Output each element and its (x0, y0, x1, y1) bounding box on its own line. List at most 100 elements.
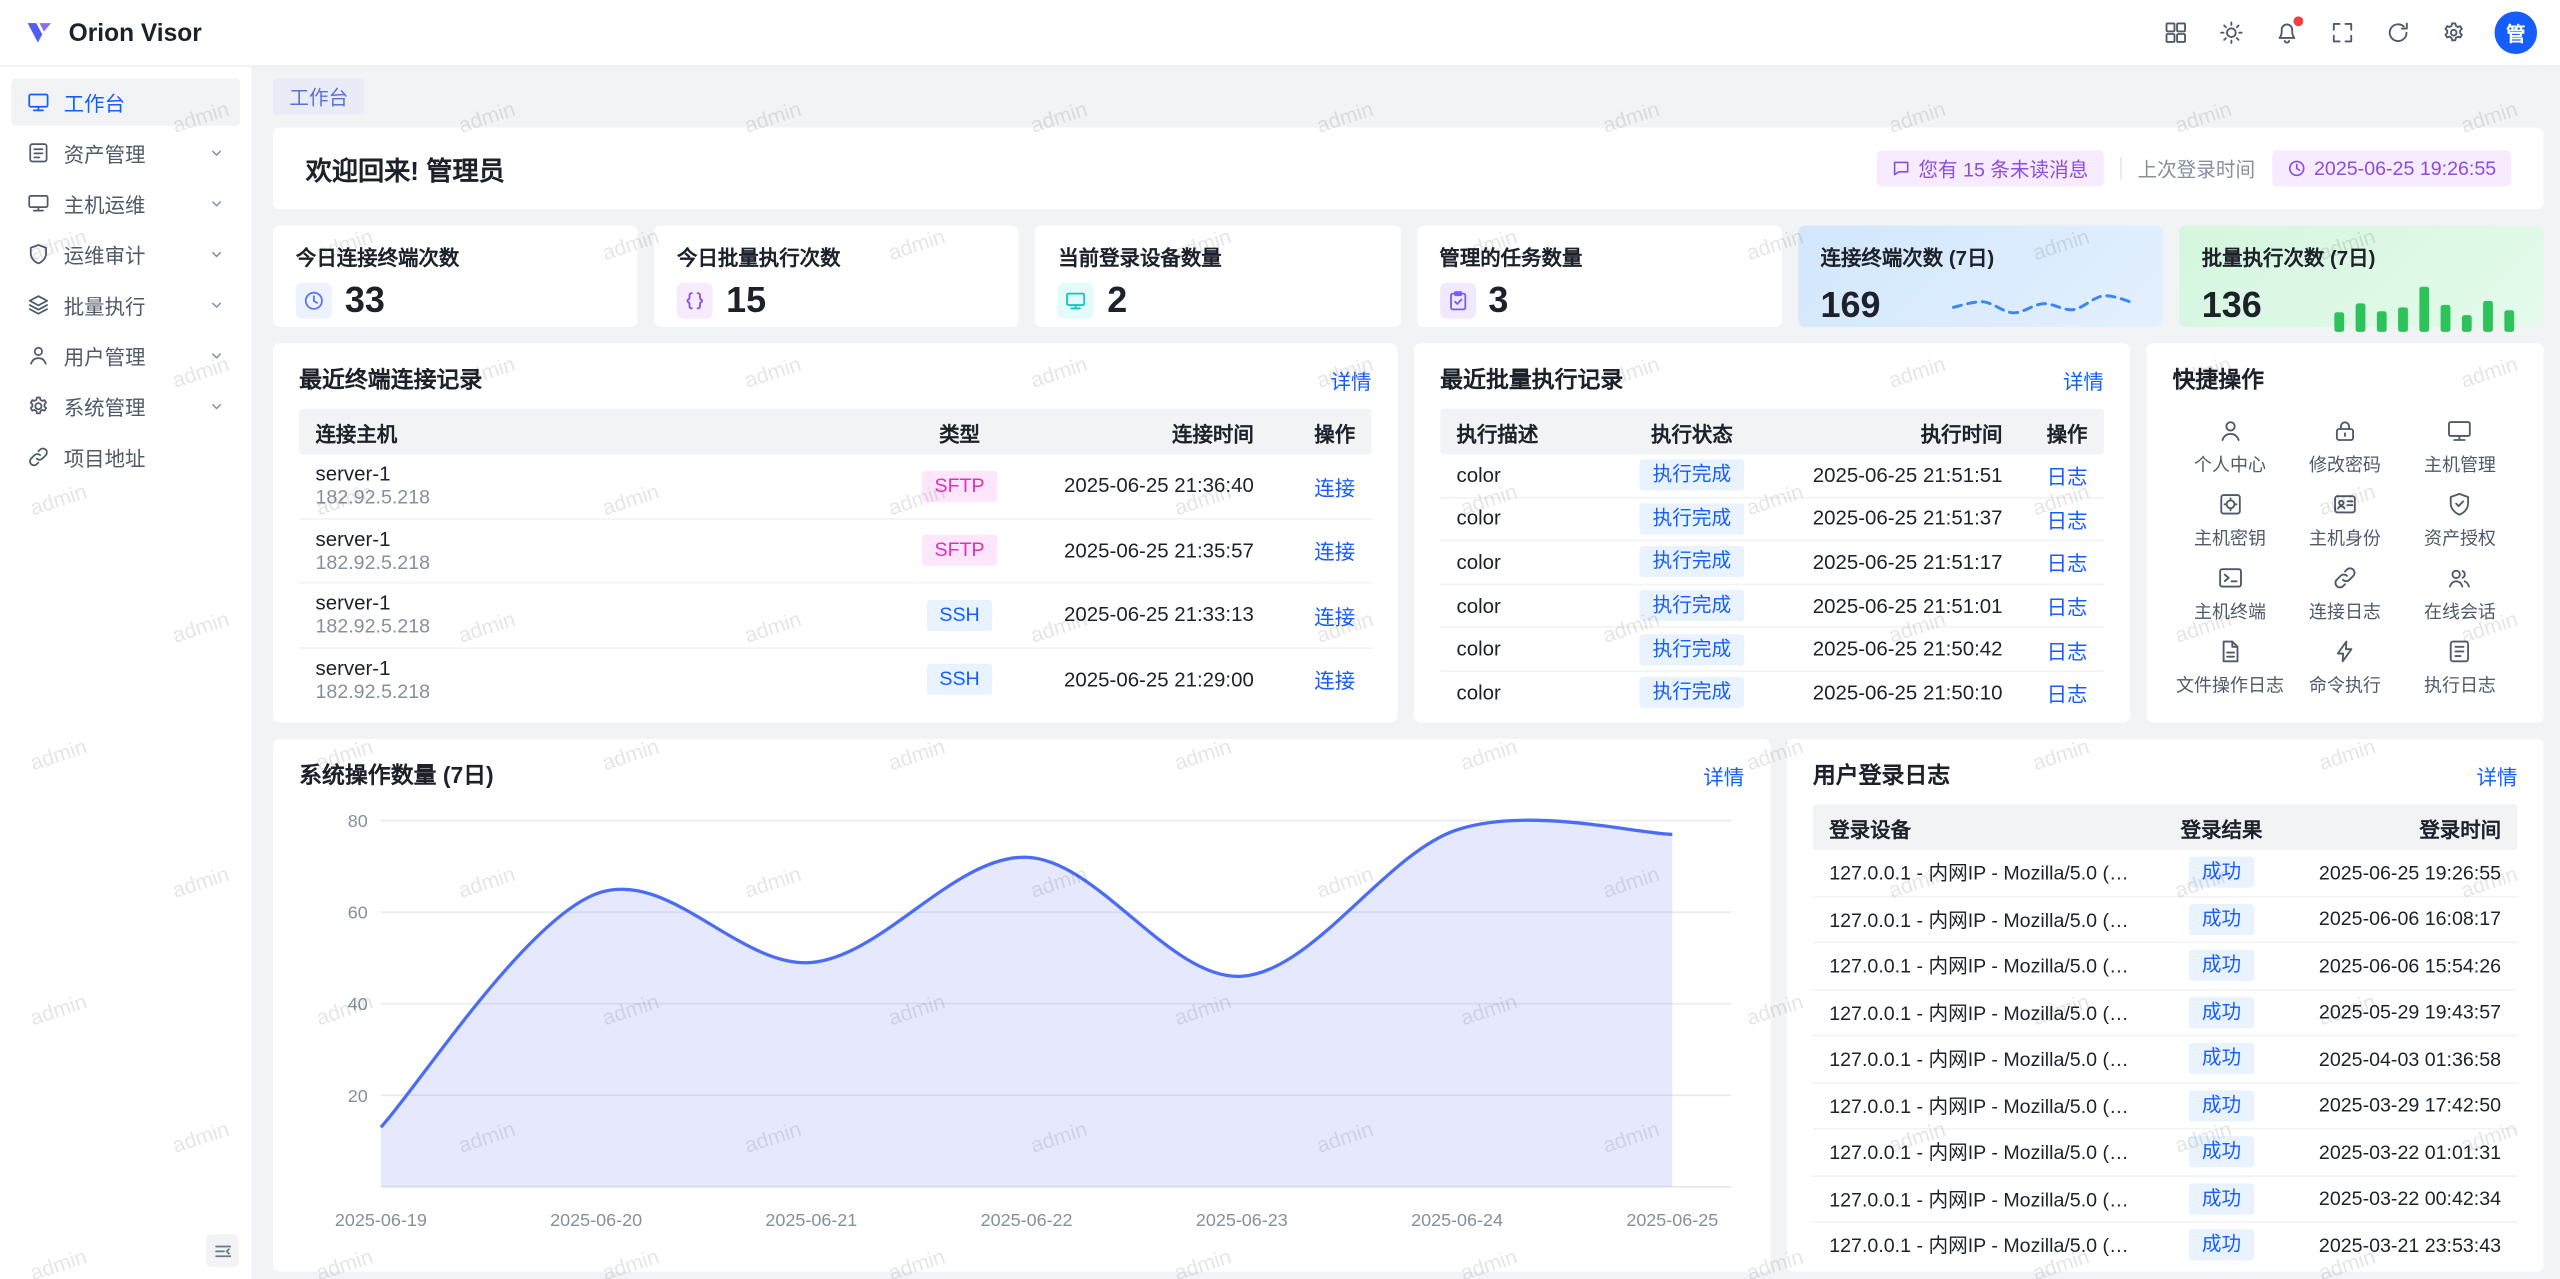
log-link[interactable]: 日志 (2047, 553, 2088, 576)
settings-button[interactable] (2432, 11, 2475, 54)
connect-time: 2025-06-25 21:33:13 (1025, 604, 1270, 627)
quick-op-connectlog[interactable]: 连接日志 (2287, 556, 2402, 630)
unread-messages-badge[interactable]: 您有 15 条未读消息 (1876, 150, 2103, 186)
log-link[interactable]: 日志 (2047, 597, 2088, 620)
chevron-icon (208, 397, 226, 415)
batch-records-more-link[interactable]: 详情 (2063, 364, 2104, 395)
login-result: 成功 (2158, 1090, 2286, 1121)
quick-op-identity[interactable]: 主机身份 (2287, 482, 2402, 556)
status-tag: 执行完成 (1640, 460, 1745, 491)
sidebar-item-asset-management[interactable]: 资产管理 (11, 129, 240, 176)
exec-time: 2025-06-25 21:51:37 (1774, 507, 2019, 530)
theme-icon (2218, 20, 2244, 46)
quick-op-key[interactable]: 主机密钥 (2173, 482, 2288, 556)
quick-op-person[interactable]: 个人中心 (2173, 409, 2288, 483)
system-ops-area-chart-svg: 204060802025-06-192025-06-202025-06-2120… (299, 801, 1744, 1246)
monitor-icon (26, 90, 51, 115)
brand[interactable]: Orion Visor (23, 16, 202, 49)
theme-button[interactable] (2210, 11, 2253, 54)
login-time: 2025-03-21 23:53:43 (2285, 1234, 2517, 1257)
stat-card-1: 今日连接终端次数33 (273, 226, 638, 327)
exec-status: 执行完成 (1610, 634, 1773, 665)
system-ops-more-link[interactable]: 详情 (1703, 759, 1744, 790)
connect-link[interactable]: 连接 (1314, 541, 1355, 564)
connect-time: 2025-06-25 21:35:57 (1025, 539, 1270, 562)
filelog-iconwrap (2216, 634, 2244, 667)
quick-op-terminal[interactable]: 主机终端 (2173, 556, 2288, 630)
sidebar-item-label: 工作台 (64, 87, 125, 118)
log-link[interactable]: 日志 (2047, 684, 2088, 707)
terminal-icon (2216, 563, 2244, 591)
login-time: 2025-04-03 01:36:58 (2285, 1047, 2517, 1070)
trend-card-terminal-connections-7d: 连接终端次数 (7日)169 (1798, 226, 2163, 327)
system-ops-chart: 204060802025-06-192025-06-202025-06-2120… (299, 801, 1744, 1246)
login-result: 成功 (2158, 857, 2286, 888)
terminal-records-more-link[interactable]: 详情 (1331, 364, 1372, 395)
batch-record-row: color执行完成2025-06-25 21:51:51日志 (1440, 454, 2104, 497)
batch-table-body: color执行完成2025-06-25 21:51:51日志color执行完成2… (1440, 454, 2104, 713)
result-tag: 成功 (2189, 1090, 2254, 1121)
quick-op-password[interactable]: 修改密码 (2287, 409, 2402, 483)
sidebar-item-user-management[interactable]: 用户管理 (11, 332, 240, 379)
collapse-sidebar-button[interactable] (206, 1234, 239, 1267)
batch-table-header: 执行描述 执行状态 执行时间 操作 (1440, 409, 2104, 455)
last-login-time-badge: 2025-06-25 19:26:55 (2272, 150, 2511, 186)
column-header-exec-status: 执行状态 (1610, 416, 1773, 447)
connectlog-iconwrap (2331, 561, 2359, 594)
sidebar-item-batch-exec[interactable]: 批量执行 (11, 281, 240, 328)
login-device: 127.0.0.1 - 内网IP - Mozilla/5.0 (Windows … (1813, 859, 2158, 887)
chevron-down-icon (208, 245, 226, 263)
user-avatar[interactable]: 管 (2495, 11, 2538, 54)
sidebar-item-workbench[interactable]: 工作台 (11, 78, 240, 125)
stat-value-row: 3 (1439, 283, 1758, 319)
connect-link[interactable]: 连接 (1314, 477, 1355, 500)
welcome-banner: 欢迎回来! 管理员 您有 15 条未读消息 上次登录时间 2025-06-25 … (273, 128, 2544, 210)
host-ip: 182.92.5.218 (315, 615, 877, 638)
users-icon (26, 343, 51, 368)
quick-op-command[interactable]: 命令执行 (2287, 629, 2402, 703)
host-cell: server-1182.92.5.218 (299, 592, 894, 638)
apps-button[interactable] (2155, 11, 2198, 54)
notifications-button[interactable] (2266, 11, 2309, 54)
log-link[interactable]: 日志 (2047, 640, 2088, 663)
quick-op-session[interactable]: 在线会话 (2402, 556, 2517, 630)
clock-iconbox (296, 283, 332, 319)
quick-op-filelog[interactable]: 文件操作日志 (2173, 629, 2288, 703)
sidebar-item-label: 运维审计 (64, 239, 146, 270)
result-tag: 成功 (2189, 1230, 2254, 1261)
quick-ops-title: 快捷操作 (2173, 363, 2265, 396)
log-link[interactable]: 日志 (2047, 510, 2088, 533)
action-cell: 连接 (1270, 470, 1371, 501)
sidebar-item-system-management[interactable]: 系统管理 (11, 383, 240, 430)
connect-link[interactable]: 连接 (1314, 606, 1355, 629)
breadcrumb-item-workbench[interactable]: 工作台 (273, 78, 365, 114)
login-log-more-link[interactable]: 详情 (2477, 759, 2518, 790)
quick-op-host[interactable]: 主机管理 (2402, 409, 2517, 483)
sidebar-item-label: 批量执行 (64, 289, 146, 320)
refresh-button[interactable] (2377, 11, 2420, 54)
action-cell: 日志 (2019, 634, 2104, 665)
middle-row: 最近终端连接记录 详情 连接主机 类型 连接时间 操作 server-1182.… (273, 343, 2544, 722)
connect-link[interactable]: 连接 (1314, 671, 1355, 694)
sidebar-item-project-link[interactable]: 项目地址 (11, 433, 240, 480)
task-iconbox (1439, 283, 1475, 319)
terminal-records-panel: 最近终端连接记录 详情 连接主机 类型 连接时间 操作 server-1182.… (273, 343, 1398, 722)
trend-card-batch-executions-7d: 批量执行次数 (7日)136 (2179, 226, 2544, 327)
sidebar-item-ops-audit[interactable]: 运维审计 (11, 230, 240, 277)
host-cell: server-1182.92.5.218 (299, 528, 894, 574)
batch-record-row: color执行完成2025-06-25 21:51:01日志 (1440, 585, 2104, 628)
exec-desc: color (1440, 464, 1610, 487)
sidebar-item-label: 主机运维 (64, 188, 146, 219)
log-link[interactable]: 日志 (2047, 466, 2088, 489)
login-time: 2025-06-06 16:08:17 (2285, 908, 2517, 931)
stat-label: 今日批量执行次数 (677, 240, 996, 271)
action-cell: 连接 (1270, 664, 1371, 695)
quick-op-grant[interactable]: 资产授权 (2402, 482, 2517, 556)
terminal-record-row: server-1182.92.5.218SSH2025-06-25 21:29:… (299, 648, 1371, 711)
execlog-iconwrap (2446, 634, 2474, 667)
fullscreen-button[interactable] (2321, 11, 2364, 54)
protocol-tag: SFTP (921, 470, 997, 501)
sidebar-item-host-ops[interactable]: 主机运维 (11, 180, 240, 227)
quick-op-execlog[interactable]: 执行日志 (2402, 629, 2517, 703)
trend-label: 连接终端次数 (7日) (1821, 240, 2140, 271)
